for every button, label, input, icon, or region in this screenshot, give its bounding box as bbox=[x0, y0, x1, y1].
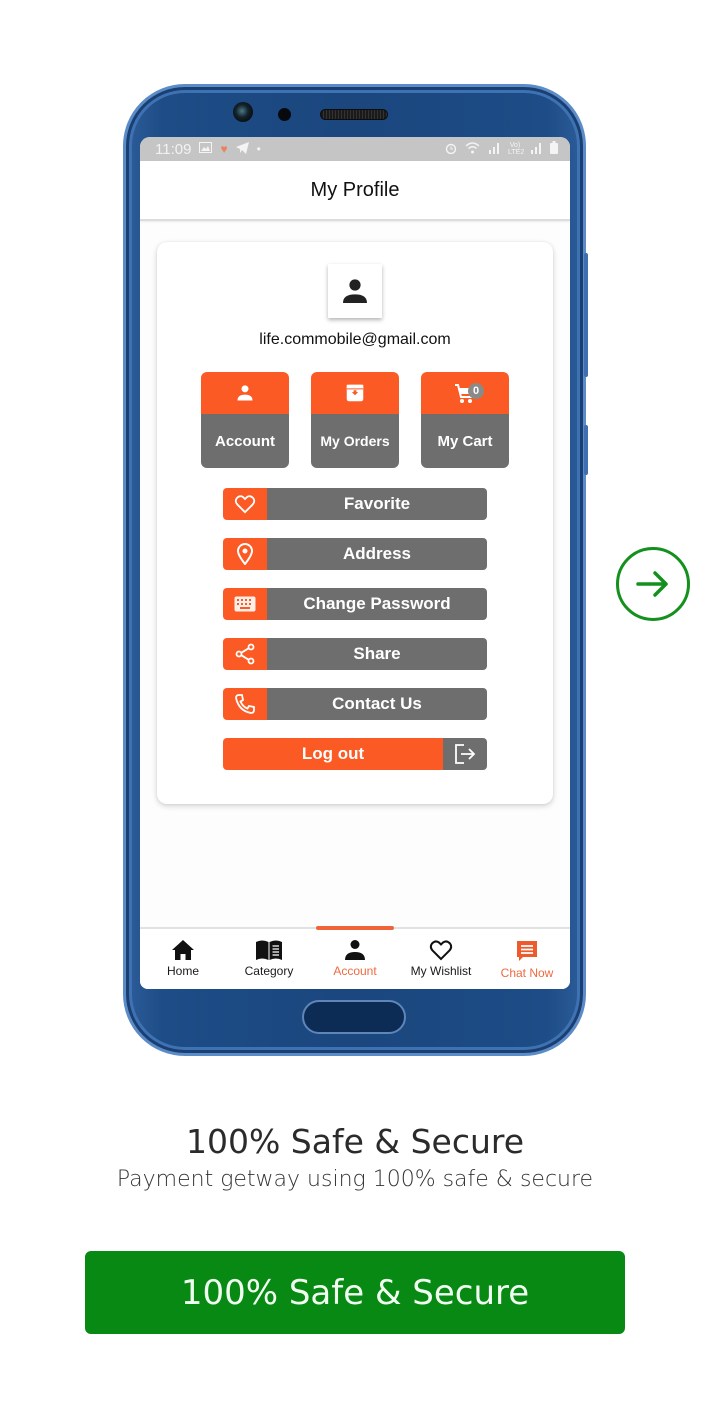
nav-label: My Wishlist bbox=[410, 964, 472, 978]
location-pin-icon bbox=[237, 543, 253, 565]
wifi-icon bbox=[465, 141, 480, 157]
nav-label: Category bbox=[244, 964, 294, 978]
phone-screen: 11:09 ♥ • Vo) LTE2 My Profile life.commo… bbox=[140, 137, 570, 989]
nav-account[interactable]: Account bbox=[312, 929, 398, 989]
nav-category[interactable]: Category bbox=[226, 929, 312, 989]
nav-home[interactable]: Home bbox=[140, 929, 226, 989]
telegram-icon bbox=[235, 141, 249, 157]
logout-icon bbox=[455, 744, 476, 764]
bottom-navigation: Home Category Account My Wishlist Chat N… bbox=[140, 926, 570, 989]
logout-button[interactable]: Log out bbox=[223, 738, 487, 770]
volte-icon: Vo) LTE2 bbox=[508, 142, 525, 156]
account-tile[interactable]: Account bbox=[201, 372, 289, 468]
home-icon bbox=[172, 940, 194, 960]
profile-menu: Favorite Address Change Password Share C… bbox=[223, 488, 487, 770]
logout-label: Log out bbox=[223, 738, 443, 770]
nav-label: Chat Now bbox=[500, 966, 554, 980]
share-icon bbox=[235, 643, 255, 665]
proximity-sensor bbox=[278, 108, 291, 121]
avatar[interactable] bbox=[328, 264, 382, 318]
address-button[interactable]: Address bbox=[223, 538, 487, 570]
gallery-icon bbox=[199, 142, 213, 156]
promo-subtitle: Payment getway using 100% safe & secure bbox=[116, 1167, 594, 1192]
phone-power-button bbox=[584, 425, 588, 475]
menu-label: Change Password bbox=[267, 588, 487, 620]
nav-label: Account bbox=[333, 964, 377, 978]
nav-label: Home bbox=[166, 964, 199, 978]
menu-label: Share bbox=[267, 638, 487, 670]
dot-icon: • bbox=[256, 142, 261, 156]
chat-icon bbox=[517, 941, 537, 961]
phone-volume-button bbox=[584, 253, 588, 377]
front-camera bbox=[233, 102, 253, 122]
person-icon bbox=[343, 279, 367, 303]
heart-outline-icon bbox=[234, 495, 256, 514]
alarm-icon bbox=[445, 142, 457, 157]
next-button[interactable] bbox=[616, 547, 690, 621]
heart-icon: ♥ bbox=[220, 142, 228, 156]
promo-title: 100% Safe & Secure bbox=[185, 1122, 525, 1161]
earpiece-speaker bbox=[320, 109, 388, 120]
safe-secure-button[interactable]: 100% Safe & Secure bbox=[85, 1251, 625, 1334]
phone-icon bbox=[235, 694, 255, 714]
share-button[interactable]: Share bbox=[223, 638, 487, 670]
contact-us-button[interactable]: Contact Us bbox=[223, 688, 487, 720]
book-icon bbox=[256, 940, 282, 960]
person-icon bbox=[237, 385, 253, 401]
page-title: My Profile bbox=[310, 178, 400, 201]
my-cart-tile[interactable]: 0 My Cart bbox=[421, 372, 509, 468]
my-orders-tile[interactable]: My Orders bbox=[311, 372, 399, 468]
profile-card: life.commobile@gmail.com Account My Orde… bbox=[157, 242, 553, 804]
tile-label: My Orders bbox=[311, 414, 399, 468]
menu-label: Contact Us bbox=[267, 688, 487, 720]
heart-outline-icon bbox=[429, 940, 453, 961]
cart-count-badge: 0 bbox=[468, 383, 484, 399]
archive-icon bbox=[346, 384, 364, 402]
tile-label: My Cart bbox=[421, 414, 509, 468]
status-time: 11:09 bbox=[155, 140, 192, 158]
active-tab-indicator bbox=[316, 926, 394, 930]
arrow-right-icon bbox=[636, 571, 668, 597]
favorite-button[interactable]: Favorite bbox=[223, 488, 487, 520]
phone-home-button[interactable] bbox=[302, 1000, 406, 1034]
user-email: life.commobile@gmail.com bbox=[259, 331, 451, 348]
battery-icon bbox=[550, 141, 558, 157]
app-header: My Profile bbox=[140, 161, 570, 221]
keyboard-icon bbox=[234, 596, 256, 612]
change-password-button[interactable]: Change Password bbox=[223, 588, 487, 620]
nav-wishlist[interactable]: My Wishlist bbox=[398, 929, 484, 989]
signal-icon bbox=[488, 142, 500, 157]
person-icon bbox=[345, 940, 365, 960]
menu-label: Address bbox=[267, 538, 487, 570]
tile-label: Account bbox=[201, 414, 289, 468]
status-bar: 11:09 ♥ • Vo) LTE2 bbox=[140, 137, 570, 161]
quick-tiles: Account My Orders 0 My Cart bbox=[201, 372, 509, 468]
signal-icon bbox=[530, 142, 542, 157]
menu-label: Favorite bbox=[267, 488, 487, 520]
nav-chat-now[interactable]: Chat Now bbox=[484, 929, 570, 989]
